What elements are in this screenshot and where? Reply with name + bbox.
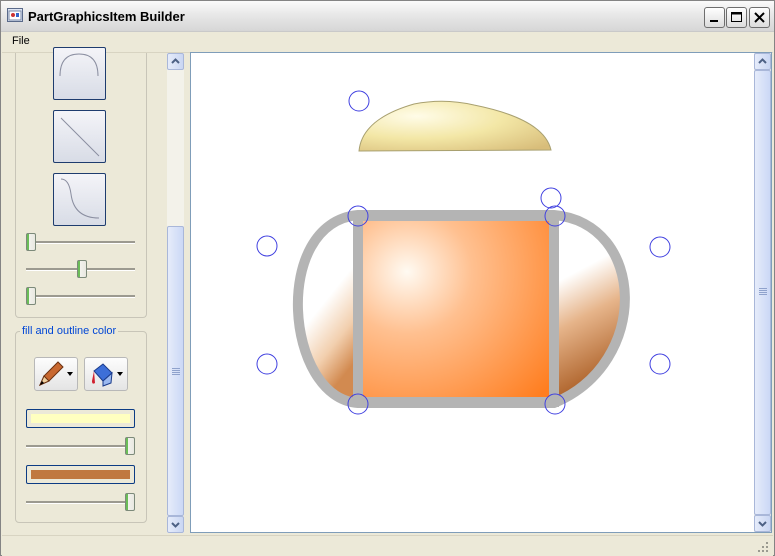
fill-picker-dropdown-icon: [117, 372, 123, 376]
pen-outline-icon: [39, 361, 64, 386]
fill-color-picker[interactable]: [84, 357, 128, 391]
outline-alpha-slider-track: [26, 501, 135, 504]
slider-2-thumb[interactable]: [77, 260, 87, 278]
scroll-down-icon: [171, 522, 180, 528]
menu-bar: File: [2, 32, 773, 53]
outline-color-picker[interactable]: [34, 357, 78, 391]
paint-bucket-fill-icon: [92, 363, 113, 387]
drawing-canvas[interactable]: [190, 52, 772, 533]
handle-left-lower[interactable]: [256, 353, 278, 375]
outline-picker-dropdown-icon: [67, 372, 73, 376]
minimize-icon: [710, 20, 718, 22]
app-icon: [7, 8, 23, 22]
gradient-square-shape[interactable]: [353, 211, 559, 407]
fill-outline-group-label: fill and outline color: [20, 325, 119, 337]
arc-shape-icon: [59, 53, 99, 77]
scroll-down-icon: [758, 521, 767, 527]
outline-color-swatch[interactable]: [26, 465, 135, 484]
title-bar[interactable]: PartGraphicsItem Builder: [1, 1, 774, 32]
canvas-scroll-up-button[interactable]: [754, 53, 771, 70]
tool-panel-scroll-thumb[interactable]: [167, 226, 184, 516]
fill-alpha-slider-track: [26, 445, 135, 448]
tool-panel-scroll-up-button[interactable]: [167, 53, 184, 70]
fill-alpha-slider-thumb[interactable]: [125, 437, 135, 455]
app-window: PartGraphicsItem Builder File fill and o…: [0, 0, 775, 556]
canvas-scroll-down-button[interactable]: [754, 515, 771, 532]
resize-grip-icon[interactable]: [757, 541, 769, 553]
menu-file[interactable]: File: [12, 35, 30, 47]
canvas-scrollbar[interactable]: [754, 53, 771, 532]
slider-1-track: [26, 241, 135, 244]
maximize-button[interactable]: [726, 7, 747, 28]
handle-right-lower[interactable]: [649, 353, 671, 375]
tool-panel-scroll-down-button[interactable]: [167, 516, 184, 533]
handle-left-upper[interactable]: [256, 235, 278, 257]
arc-shape-button[interactable]: [53, 47, 106, 100]
handle-right-upper[interactable]: [649, 236, 671, 258]
top-arc-shape[interactable]: [358, 100, 552, 152]
scroll-up-icon: [171, 58, 180, 64]
slider-1-thumb[interactable]: [26, 233, 36, 251]
slider-3-thumb[interactable]: [26, 287, 36, 305]
tool-panel-scrollbar[interactable]: [167, 53, 184, 533]
outline-color-swatch-fill: [31, 470, 130, 479]
window-title: PartGraphicsItem Builder: [28, 9, 185, 24]
close-icon: [754, 12, 765, 23]
minimize-button[interactable]: [704, 7, 725, 28]
tool-panel: fill and outline color: [6, 47, 185, 533]
canvas-scroll-thumb[interactable]: [754, 70, 771, 515]
handle-square-rotate[interactable]: [540, 187, 562, 209]
fill-color-swatch[interactable]: [26, 409, 135, 428]
curve-shape-icon: [60, 178, 100, 219]
status-bar: [2, 535, 773, 556]
outline-alpha-slider-thumb[interactable]: [125, 493, 135, 511]
scroll-up-icon: [758, 58, 767, 64]
line-shape-icon: [60, 117, 100, 157]
slider-3-track: [26, 295, 135, 298]
curve-shape-button[interactable]: [53, 173, 106, 226]
handle-top-shape[interactable]: [348, 90, 370, 112]
maximize-icon: [731, 12, 742, 22]
graphics-scene[interactable]: [191, 53, 771, 532]
left-cap-shape[interactable]: [297, 215, 358, 403]
line-shape-button[interactable]: [53, 110, 106, 163]
fill-color-swatch-fill: [31, 414, 130, 423]
close-button[interactable]: [749, 7, 770, 28]
